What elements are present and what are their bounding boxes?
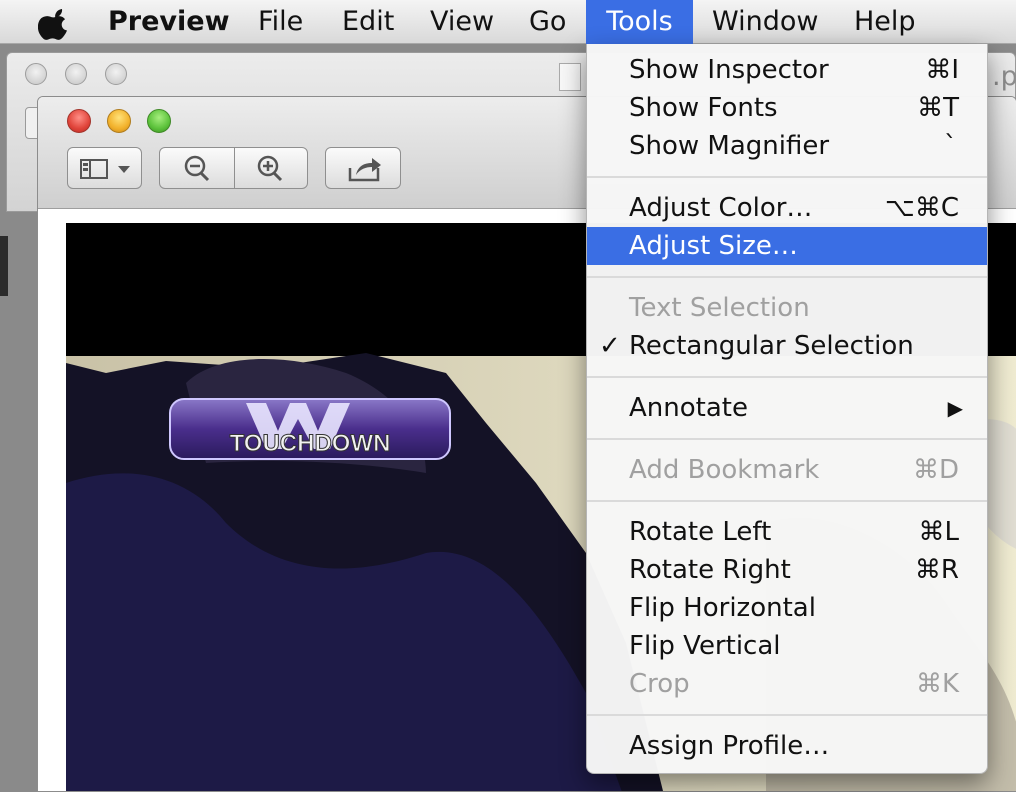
menu-item-shortcut: ⌘I [925, 55, 959, 85]
menu-edit[interactable]: Edit [342, 0, 394, 44]
menu-separator [587, 438, 987, 440]
menu-item-label: Rectangular Selection [629, 331, 914, 361]
menu-item-shortcut: ⌘R [914, 555, 959, 585]
menu-item-flip-horizontal[interactable]: Flip Horizontal [587, 589, 987, 627]
menu-item-text-selection: Text Selection [587, 289, 987, 327]
menu-item-label: Rotate Left [629, 517, 772, 547]
menu-item-label: Flip Horizontal [629, 593, 816, 623]
zoom-out-icon [184, 155, 210, 182]
menu-item-show-fonts[interactable]: Show Fonts ⌘T [587, 89, 987, 127]
menu-item-show-magnifier[interactable]: Show Magnifier ` [587, 127, 987, 165]
background-window-edge [0, 236, 8, 296]
back-minimize-button[interactable] [65, 63, 87, 85]
sidebar-toggle-button[interactable] [67, 147, 142, 189]
menu-tools[interactable]: Tools [586, 0, 693, 44]
zoom-in-icon [257, 155, 283, 182]
menu-item-add-bookmark: Add Bookmark ⌘D [587, 451, 987, 489]
menu-item-rotate-left[interactable]: Rotate Left ⌘L [587, 513, 987, 551]
menu-item-shortcut: ⌘D [912, 455, 959, 485]
menu-separator [587, 176, 987, 178]
menu-item-label: Annotate [629, 393, 748, 423]
back-close-button[interactable] [25, 63, 47, 85]
menu-item-shortcut: ⌘T [917, 93, 959, 123]
back-window-title: .pd [992, 61, 1016, 92]
menu-item-label: Adjust Size… [629, 231, 798, 261]
menu-item-label: Show Magnifier [629, 131, 830, 161]
menu-help[interactable]: Help [854, 0, 916, 44]
menu-item-rotate-right[interactable]: Rotate Right ⌘R [587, 551, 987, 589]
menu-item-label: Rotate Right [629, 555, 791, 585]
sidebar-icon [80, 159, 130, 179]
submenu-arrow-icon: ▶ [947, 396, 963, 420]
menu-item-crop: Crop ⌘K [587, 665, 987, 703]
close-button[interactable] [67, 109, 91, 133]
menu-view[interactable]: View [430, 0, 494, 44]
menu-window[interactable]: Window [712, 0, 818, 44]
menu-item-show-inspector[interactable]: Show Inspector ⌘I [587, 51, 987, 89]
back-zoom-button[interactable] [105, 63, 127, 85]
apple-icon[interactable] [38, 6, 74, 40]
menu-item-shortcut: ⌥⌘C [884, 193, 959, 223]
minimize-button[interactable] [107, 109, 131, 133]
tools-menu: Show Inspector ⌘I Show Fonts ⌘T Show Mag… [586, 44, 988, 774]
menu-item-label: Flip Vertical [629, 631, 781, 661]
menu-item-label: Adjust Color… [629, 193, 813, 223]
menu-item-adjust-color[interactable]: Adjust Color… ⌥⌘C [587, 189, 987, 227]
document-proxy-icon[interactable] [559, 63, 581, 91]
menu-item-label: Crop [629, 669, 690, 699]
menu-go[interactable]: Go [529, 0, 566, 44]
menu-item-label: Text Selection [629, 293, 810, 323]
menu-item-flip-vertical[interactable]: Flip Vertical [587, 627, 987, 665]
menu-item-shortcut: ⌘L [918, 517, 960, 547]
menu-item-assign-profile[interactable]: Assign Profile… [587, 727, 987, 765]
menu-separator [587, 714, 987, 716]
menu-item-adjust-size[interactable]: Adjust Size… [587, 227, 987, 265]
menu-separator [587, 276, 987, 278]
menu-separator [587, 376, 987, 378]
menu-item-label: Show Inspector [629, 55, 829, 85]
touchdown-graphic-text: TOUCHDOWN [230, 430, 391, 457]
share-button[interactable] [325, 147, 401, 189]
menu-app-preview[interactable]: Preview [108, 0, 230, 44]
zoom-in-button[interactable] [234, 147, 308, 189]
menu-item-rectangular-selection[interactable]: ✓ Rectangular Selection [587, 327, 987, 365]
menu-item-label: Show Fonts [629, 93, 778, 123]
checkmark-icon: ✓ [599, 331, 621, 361]
menu-item-shortcut: ⌘K [915, 669, 959, 699]
menu-item-annotate[interactable]: Annotate ▶ [587, 389, 987, 427]
menu-separator [587, 500, 987, 502]
menu-item-label: Assign Profile… [629, 731, 830, 761]
menu-item-shortcut: ` [944, 131, 957, 161]
zoom-out-button[interactable] [159, 147, 235, 189]
zoom-button[interactable] [147, 109, 171, 133]
menu-item-label: Add Bookmark [629, 455, 820, 485]
menu-file[interactable]: File [258, 0, 303, 44]
share-icon [348, 158, 381, 182]
menu-bar: Preview File Edit View Go Tools Window H… [0, 0, 1016, 44]
